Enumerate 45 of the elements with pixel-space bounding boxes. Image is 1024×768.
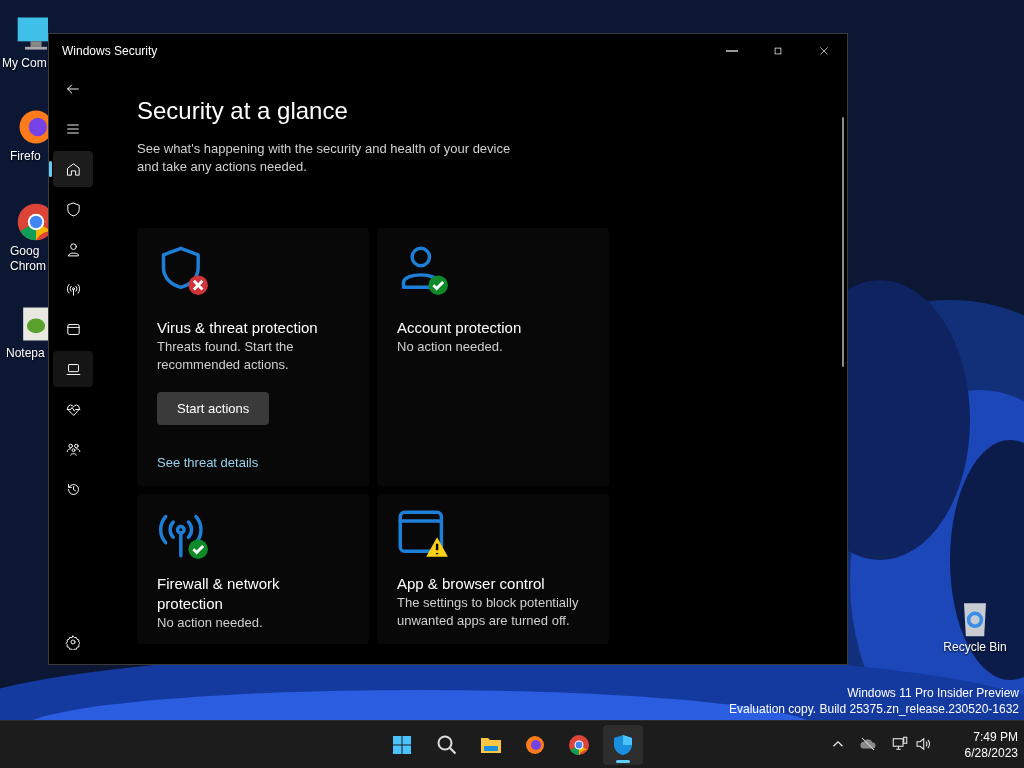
chrome-icon [567, 733, 591, 757]
icon-label: Goog [9, 244, 40, 259]
volume-icon[interactable] [914, 735, 932, 753]
card-title: Virus & threat protection [157, 317, 319, 338]
card-description: No action needed. [397, 337, 504, 356]
icon-label: Firefo [9, 149, 41, 164]
status-card[interactable]: Virus & threat protection Threats found. Start the recommended actions. Start actions See threat details [137, 227, 369, 487]
time-text: 7:49 PM [972, 729, 1018, 745]
icon-label: Chrom [9, 259, 46, 274]
status-card[interactable]: Account protection No action needed. [377, 227, 609, 487]
date-text: 6/28/2023 [964, 745, 1018, 761]
back-arrow-icon [65, 81, 81, 97]
page-subtitle: See what's happening with the security and health of your device and take any actions needed. [137, 139, 512, 176]
shield-icon [611, 733, 635, 757]
shield-icon [64, 200, 82, 218]
menu-icon [65, 121, 81, 137]
nav-item[interactable] [53, 351, 93, 387]
page-heading: Security at a glance [137, 97, 349, 126]
card-title: Account protection [397, 317, 523, 338]
window-title: Windows Security [62, 42, 158, 60]
threat-details-link[interactable]: See threat details [157, 453, 259, 473]
start-actions-button[interactable]: Start actions [157, 391, 270, 426]
cloud-off-icon[interactable] [859, 735, 877, 753]
settings-icon [65, 634, 81, 650]
watermark-text: Windows 11 Pro Insider Preview [846, 685, 1019, 701]
icon-label: My Com [1, 56, 47, 71]
card-description: The settings to block potentially unwanted apps are turned off. [397, 594, 580, 631]
network-icon[interactable] [891, 735, 909, 753]
home-icon [64, 160, 82, 178]
card-title: Firewall & network protection [157, 574, 281, 615]
card-description: Threats found. Start the recommended actions. [157, 337, 295, 374]
minimize-icon [726, 49, 738, 52]
start-icon [390, 733, 414, 757]
icon-label: Notepa [5, 346, 45, 361]
firefox-icon [523, 733, 547, 757]
watermark-text: Evaluation copy. Build 25375.zn_release.230520-1632 [729, 701, 1019, 717]
taskbar-app[interactable] [603, 725, 643, 765]
card-description: No action needed. [157, 614, 264, 633]
search-icon [435, 733, 459, 757]
icon-label: Recycle Bin [943, 640, 1007, 655]
status-card[interactable]: App & browser control The settings to block potentially unwanted apps are turned off. [377, 494, 609, 645]
scrollbar[interactable] [842, 117, 844, 367]
status-card[interactable]: Firewall & network protection No action needed. [137, 494, 369, 645]
card-title: App & browser control [397, 574, 546, 595]
clock[interactable]: 7:49 PM 6/28/2023 [964, 729, 1018, 761]
